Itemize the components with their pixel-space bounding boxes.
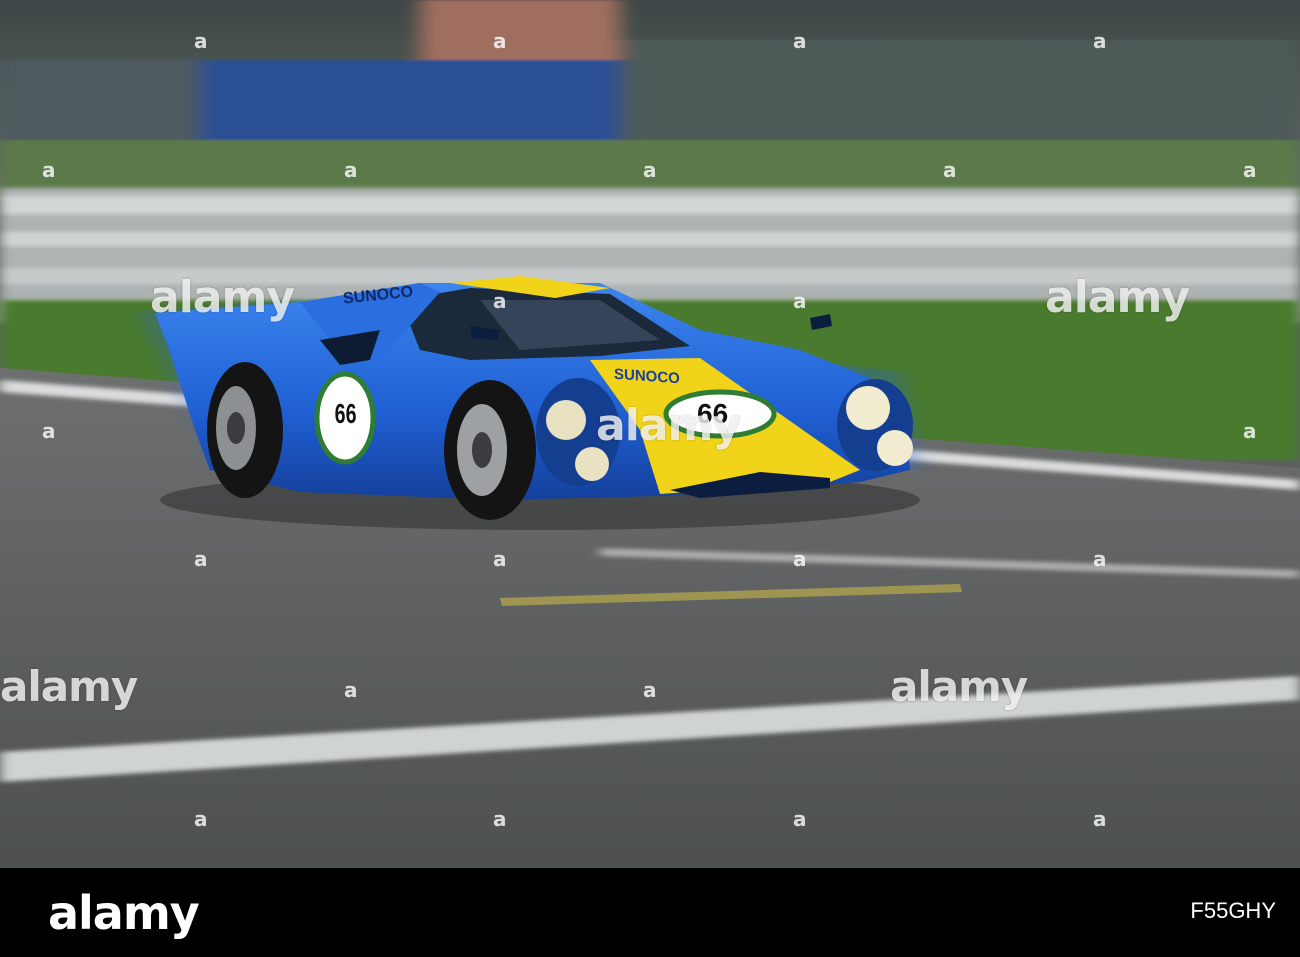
race-car-photo: SUNOCO SUNOCO 66 66 alamy alamy alamy al… <box>0 0 1300 868</box>
watermark-dot: a <box>194 807 208 831</box>
watermark-dot: a <box>194 29 208 53</box>
watermark-dot: a <box>493 807 507 831</box>
watermark: alamy <box>150 272 295 323</box>
watermark: alamy <box>0 662 138 711</box>
watermark: alamy <box>890 662 1028 711</box>
watermark-dot: a <box>194 547 208 571</box>
watermark-dot: a <box>793 807 807 831</box>
watermark-dot: a <box>793 547 807 571</box>
watermark-dot: a <box>344 678 358 702</box>
watermark: alamy <box>1045 272 1190 323</box>
watermark-dot: a <box>493 289 507 313</box>
watermark-dot: a <box>1093 807 1107 831</box>
watermark-dot: a <box>1093 29 1107 53</box>
footer-bar: alamy F55GHY <box>0 868 1300 957</box>
watermark-dot: a <box>793 289 807 313</box>
watermark-dot: a <box>643 158 657 182</box>
image-id: F55GHY <box>1190 898 1276 923</box>
watermark-dot: a <box>344 158 358 182</box>
watermark-dot: a <box>493 547 507 571</box>
watermark: alamy <box>596 400 741 451</box>
watermark-dot: a <box>1093 547 1107 571</box>
watermark-dot: a <box>793 29 807 53</box>
watermark-dot: a <box>1243 419 1257 443</box>
watermark-dot: a <box>643 678 657 702</box>
watermark-dot: a <box>1243 158 1257 182</box>
alamy-logo[interactable]: alamy <box>48 886 200 940</box>
watermark-dot: a <box>42 158 56 182</box>
watermark-dot: a <box>42 419 56 443</box>
watermark-dot: a <box>943 158 957 182</box>
watermark-dot: a <box>493 29 507 53</box>
watermark-dot: a <box>344 419 358 443</box>
